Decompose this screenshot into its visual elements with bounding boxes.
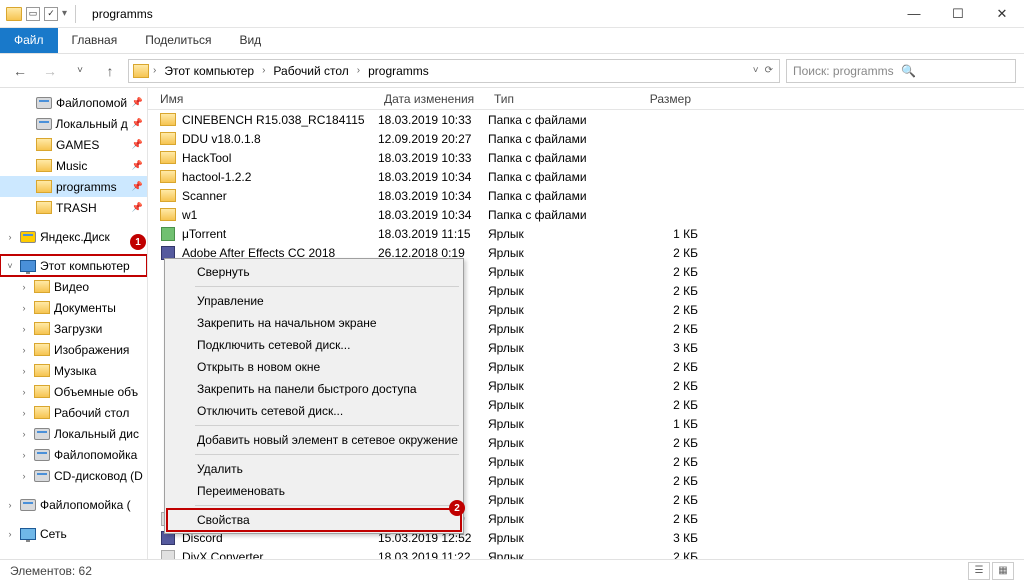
menu-item[interactable]: Свернуть [167,261,461,283]
window-title: programms [86,7,153,21]
sidebar-item[interactable]: ›Локальный дис [0,423,147,444]
up-button[interactable]: ↑ [98,59,122,83]
chevron-right-icon[interactable]: › [260,65,267,76]
close-button[interactable]: ✕ [980,0,1024,28]
chevron-right-icon[interactable]: › [355,65,362,76]
chevron-right-icon[interactable]: › [151,65,158,76]
maximize-button[interactable]: ☐ [936,0,980,28]
sidebar-item[interactable]: Music📌 [0,155,147,176]
tab-file[interactable]: Файл [0,28,58,53]
recent-dropdown[interactable]: ˅ [68,59,92,83]
sidebar-item[interactable]: ›Загрузки [0,318,147,339]
sidebar-item[interactable]: Локальный д📌 [0,113,147,134]
menu-item[interactable]: Открыть в новом окне [167,356,461,378]
folder-icon [133,64,149,78]
table-row[interactable]: HackTool18.03.2019 10:33Папка с файлами [148,148,1024,167]
menu-separator [195,425,459,426]
menu-separator [195,505,459,506]
sidebar-item[interactable]: programms📌 [0,176,147,197]
qat-button[interactable]: ✓ [44,7,58,21]
table-row[interactable]: DDU v18.0.1.812.09.2019 20:27Папка с фай… [148,129,1024,148]
item-count: Элементов: 62 [10,564,92,578]
annotation-marker-2: 2 [449,500,465,516]
sidebar-item[interactable]: ›Рабочий стол [0,402,147,423]
sidebar-item[interactable]: Файлопомой📌 [0,92,147,113]
menu-item[interactable]: Добавить новый элемент в сетевое окружен… [167,429,461,451]
nav-bar: ← → ˅ ↑ › Этот компьютер › Рабочий стол … [0,54,1024,88]
address-bar[interactable]: › Этот компьютер › Рабочий стол › progra… [128,59,780,83]
sidebar-item[interactable]: ›Документы [0,297,147,318]
col-type[interactable]: Тип [488,92,618,106]
menu-item[interactable]: Удалить [167,458,461,480]
breadcrumb[interactable]: programms [364,64,433,78]
sidebar-item[interactable]: ›Файлопомойка [0,444,147,465]
view-details-button[interactable]: ☰ [968,562,990,580]
status-bar: Элементов: 62 ☰ ▦ [0,559,1024,581]
folder-icon [6,7,22,21]
ribbon: Файл Главная Поделиться Вид [0,28,1024,54]
qat-dropdown[interactable]: ▾ [62,8,67,19]
view-icons-button[interactable]: ▦ [992,562,1014,580]
col-name[interactable]: Имя [148,92,378,106]
search-input[interactable]: Поиск: programms 🔍 [786,59,1016,83]
address-dropdown[interactable]: ˅ [751,65,761,76]
menu-item[interactable]: Подключить сетевой диск... [167,334,461,356]
table-row[interactable]: CINEBENCH R15.038_RC18411518.03.2019 10:… [148,110,1024,129]
shield-icon [173,293,189,309]
title-bar: ▭ ✓ ▾ programms — ☐ ✕ [0,0,1024,28]
sidebar-item[interactable]: ›Видео [0,276,147,297]
table-row[interactable]: hactool-1.2.218.03.2019 10:34Папка с фай… [148,167,1024,186]
column-headers[interactable]: Имя Дата изменения Тип Размер [148,88,1024,110]
breadcrumb[interactable]: Рабочий стол [269,64,352,78]
menu-item[interactable]: Управление [167,290,461,312]
breadcrumb[interactable]: Этот компьютер [160,64,258,78]
tab-home[interactable]: Главная [58,28,132,53]
sidebar-item[interactable]: ›Объемные объ [0,381,147,402]
menu-separator [195,286,459,287]
table-row[interactable]: Scanner18.03.2019 10:34Папка с файлами [148,186,1024,205]
tab-share[interactable]: Поделиться [131,28,225,53]
context-menu[interactable]: Свернуть УправлениеЗакрепить на начальном… [164,258,464,534]
menu-item[interactable]: Закрепить на панели быстрого доступа [167,378,461,400]
back-button[interactable]: ← [8,59,32,83]
forward-button[interactable]: → [38,59,62,83]
refresh-button[interactable]: ⟳ [763,65,775,76]
table-row[interactable]: w118.03.2019 10:34Папка с файлами [148,205,1024,224]
annotation-marker-1: 1 [130,234,146,250]
table-row[interactable]: DivX Converter18.03.2019 11:22Ярлык2 КБ [148,547,1024,559]
sidebar-item[interactable]: ›Музыка [0,360,147,381]
sidebar-item[interactable]: ›Изображения [0,339,147,360]
menu-item[interactable]: Свойства [167,509,461,531]
search-placeholder: Поиск: programms [793,64,901,78]
nav-tree[interactable]: Файлопомой📌Локальный д📌GAMES📌Music📌progr… [0,88,148,559]
sidebar-item[interactable]: GAMES📌 [0,134,147,155]
col-size[interactable]: Размер [618,92,698,106]
table-row[interactable]: μTorrent18.03.2019 11:15Ярлык1 КБ [148,224,1024,243]
menu-separator [195,454,459,455]
sidebar-item[interactable]: ›CD-дисковод (D [0,465,147,486]
minimize-button[interactable]: — [892,0,936,28]
qat-button[interactable]: ▭ [26,7,40,21]
menu-item[interactable]: Отключить сетевой диск... [167,400,461,422]
sidebar-this-pc[interactable]: ˅Этот компьютер [0,255,147,276]
menu-item[interactable]: Переименовать [167,480,461,502]
menu-item[interactable]: Закрепить на начальном экране [167,312,461,334]
tab-view[interactable]: Вид [225,28,275,53]
sidebar-network[interactable]: ›Сеть [0,523,147,544]
sidebar-item[interactable]: ›Файлопомойка ( [0,494,147,515]
sidebar-yandex[interactable]: ›Яндекс.Диск [0,226,147,247]
col-date[interactable]: Дата изменения [378,92,488,106]
search-icon: 🔍 [901,64,1009,78]
sidebar-item[interactable]: TRASH📌 [0,197,147,218]
